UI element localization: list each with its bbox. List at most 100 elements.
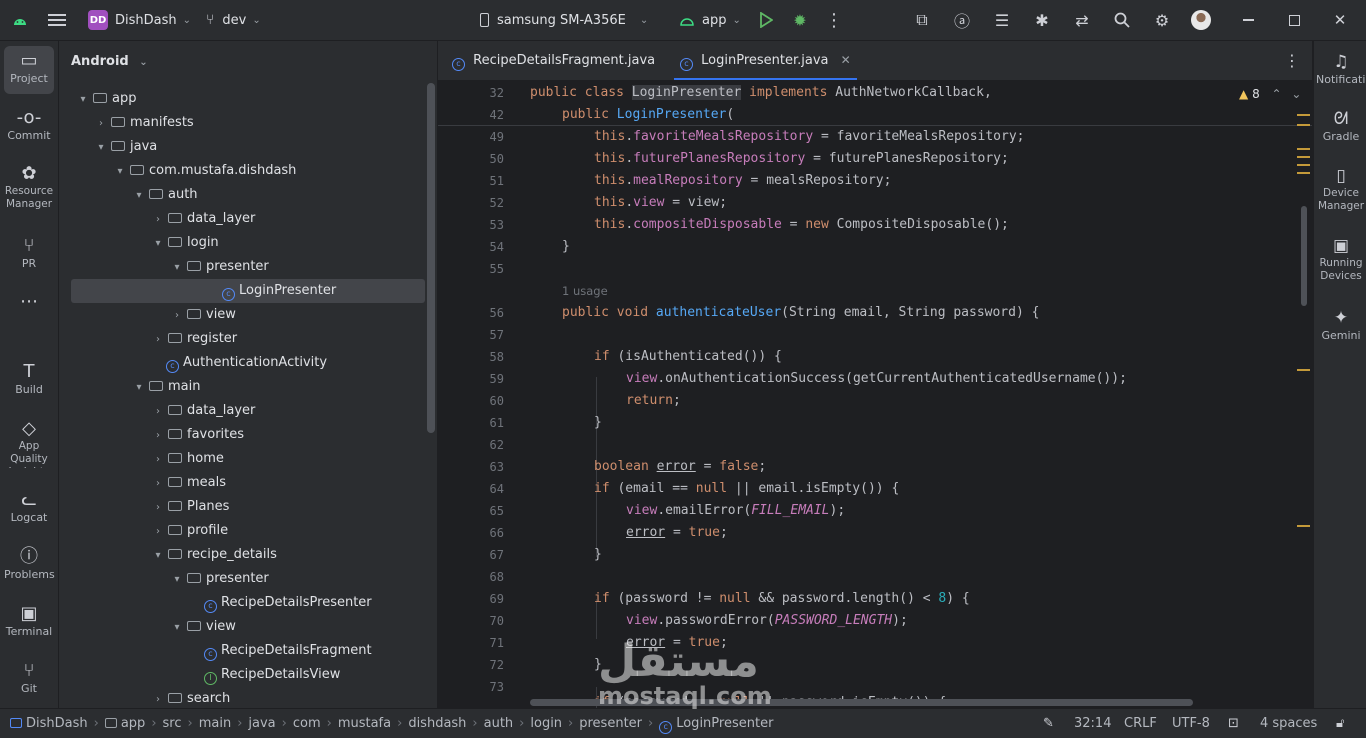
chevron-right-icon[interactable]: ›	[150, 208, 166, 232]
view-mode-selector[interactable]: Android ⌄	[71, 50, 148, 74]
warning-marker[interactable]	[1297, 148, 1310, 150]
line-number[interactable]: 52	[438, 196, 504, 210]
more-vertical-icon[interactable]: ⋮	[822, 8, 846, 32]
chevron-down-icon[interactable]: ▾	[131, 184, 147, 208]
line-number[interactable]: 68	[438, 570, 504, 584]
chevron-down-icon[interactable]: ▾	[150, 544, 166, 568]
run-config-selector[interactable]: app ⌄	[678, 0, 741, 40]
tree-item[interactable]: › profile	[150, 519, 228, 543]
device-mirror-icon[interactable]: ⧉	[910, 8, 934, 32]
warning-marker[interactable]	[1297, 525, 1310, 527]
line-number[interactable]: 69	[438, 592, 504, 606]
close-icon[interactable]: ✕	[1328, 8, 1352, 32]
minimize-icon[interactable]	[1236, 8, 1260, 32]
tree-item[interactable]: › Planes	[150, 495, 229, 519]
tree-item[interactable]: › data_layer	[150, 399, 255, 423]
user-avatar[interactable]	[1189, 8, 1213, 32]
tool-problems[interactable]: ⓘ Problems	[4, 546, 55, 581]
memory-indicator-icon[interactable]: ⊡	[1228, 709, 1239, 738]
breadcrumb-item[interactable]: LoginPresenter	[676, 716, 773, 731]
chevron-down-icon[interactable]: ▾	[75, 88, 91, 112]
main-menu-icon[interactable]	[48, 0, 66, 40]
tree-scrollbar[interactable]	[427, 83, 435, 433]
restore-icon[interactable]	[1282, 8, 1306, 32]
chevron-right-icon[interactable]: ›	[150, 400, 166, 424]
sync-icon[interactable]: ⇄	[1070, 8, 1094, 32]
layout-inspector-icon[interactable]: ☰	[990, 8, 1014, 32]
ai-assist-icon[interactable]: ✎	[1043, 709, 1054, 738]
chevron-down-icon[interactable]: ▾	[169, 616, 185, 640]
chevron-right-icon[interactable]: ›	[150, 448, 166, 472]
tree-item[interactable]: ▾ recipe_details	[150, 543, 276, 568]
line-number[interactable]: 66	[438, 526, 504, 540]
tool-project[interactable]: ▭ Project	[4, 46, 54, 94]
lock-icon[interactable]: 🔓︎	[1336, 709, 1344, 738]
warning-marker[interactable]	[1297, 114, 1310, 116]
tree-item[interactable]: ▾ view	[169, 615, 235, 640]
device-selector[interactable]: samsung SM-A356E ⌄	[480, 0, 648, 40]
breadcrumb-item[interactable]: com	[293, 716, 321, 731]
chevron-right-icon[interactable]: ›	[93, 112, 109, 136]
chevron-right-icon[interactable]: ›	[150, 424, 166, 448]
bug-report-icon[interactable]: ✱	[1030, 8, 1054, 32]
tree-item[interactable]: › meals	[150, 471, 226, 495]
line-number[interactable]: 72	[438, 658, 504, 672]
chevron-down-icon[interactable]: ▾	[131, 376, 147, 400]
cursor-position[interactable]: 32:14	[1074, 709, 1111, 738]
tool-logcat[interactable]: ᓚ Logcat	[4, 489, 54, 524]
line-number[interactable]: 61	[438, 416, 504, 430]
tree-item[interactable]: I RecipeDetailsView	[188, 663, 340, 687]
tree-item[interactable]: ▾ app	[75, 87, 136, 111]
file-encoding[interactable]: UTF-8	[1172, 709, 1210, 738]
tab-recipe-details-fragment[interactable]: c RecipeDetailsFragment.java	[452, 41, 655, 80]
line-number[interactable]: 55	[438, 262, 504, 276]
line-number[interactable]: 53	[438, 218, 504, 232]
tree-item[interactable]: ▾ auth	[131, 183, 197, 208]
tree-item[interactable]: › view	[169, 303, 236, 327]
warning-marker[interactable]	[1297, 156, 1310, 158]
tool-terminal[interactable]: ▣ Terminal	[4, 603, 54, 638]
line-number[interactable]: 51	[438, 174, 504, 188]
tree-item[interactable]: ▾ login	[150, 231, 218, 255]
tool-app-quality[interactable]: ◇ App Quality Insights	[4, 418, 54, 468]
line-separator[interactable]: CRLF	[1124, 709, 1157, 738]
tool-notifications[interactable]: ♫ Notifications	[1316, 51, 1366, 87]
line-number[interactable]: 42	[438, 108, 504, 122]
tool-resource-manager[interactable]: ✿ Resource Manager	[4, 163, 54, 213]
tree-item[interactable]: › home	[150, 447, 224, 471]
tree-item[interactable]: ▾ presenter	[169, 255, 268, 279]
warning-marker[interactable]	[1297, 124, 1310, 126]
line-number[interactable]: 60	[438, 394, 504, 408]
warning-marker[interactable]	[1297, 172, 1310, 174]
line-number[interactable]: 71	[438, 636, 504, 650]
tool-gemini[interactable]: ✦ Gemini	[1316, 307, 1366, 342]
vertical-scrollbar[interactable]	[1301, 206, 1307, 306]
line-number[interactable]: 73	[438, 680, 504, 694]
tree-item[interactable]: c AuthenticationActivity	[150, 351, 327, 375]
tree-item[interactable]: › data_layer	[150, 207, 255, 231]
chevron-down-icon[interactable]: ▾	[169, 568, 185, 592]
chevron-right-icon[interactable]: ›	[169, 304, 185, 328]
tool-pr[interactable]: ⑂ PR	[4, 235, 54, 270]
line-number[interactable]: 65	[438, 504, 504, 518]
chevron-right-icon[interactable]: ›	[150, 520, 166, 544]
line-number[interactable]: 67	[438, 548, 504, 562]
tree-item[interactable]: c RecipeDetailsFragment	[188, 639, 372, 663]
tree-item[interactable]: › favorites	[150, 423, 244, 447]
run-icon[interactable]	[754, 8, 778, 32]
chevron-right-icon[interactable]: ›	[150, 496, 166, 520]
tree-item[interactable]: ▾ java	[93, 135, 157, 159]
chevron-right-icon[interactable]: ›	[150, 328, 166, 352]
tool-running-devices[interactable]: ▣ Running Devices	[1316, 235, 1366, 283]
tree-item[interactable]: c LoginPresenter	[71, 279, 425, 303]
line-number[interactable]: 54	[438, 240, 504, 254]
settings-gear-icon[interactable]: ⚙	[1150, 8, 1174, 32]
code-editor[interactable]: 32 42 49 50 51 52 53 54 55 56 57 58 59 60 61 62 63 64 65 66…	[438, 81, 1312, 708]
line-number[interactable]: 70	[438, 614, 504, 628]
warning-marker[interactable]	[1297, 164, 1310, 166]
tool-build[interactable]: T Build	[4, 361, 54, 396]
tree-item[interactable]: ▾ main	[131, 375, 200, 399]
search-icon[interactable]	[1110, 8, 1134, 32]
tab-login-presenter[interactable]: c LoginPresenter.java ✕	[674, 41, 857, 80]
line-number[interactable]: 59	[438, 372, 504, 386]
